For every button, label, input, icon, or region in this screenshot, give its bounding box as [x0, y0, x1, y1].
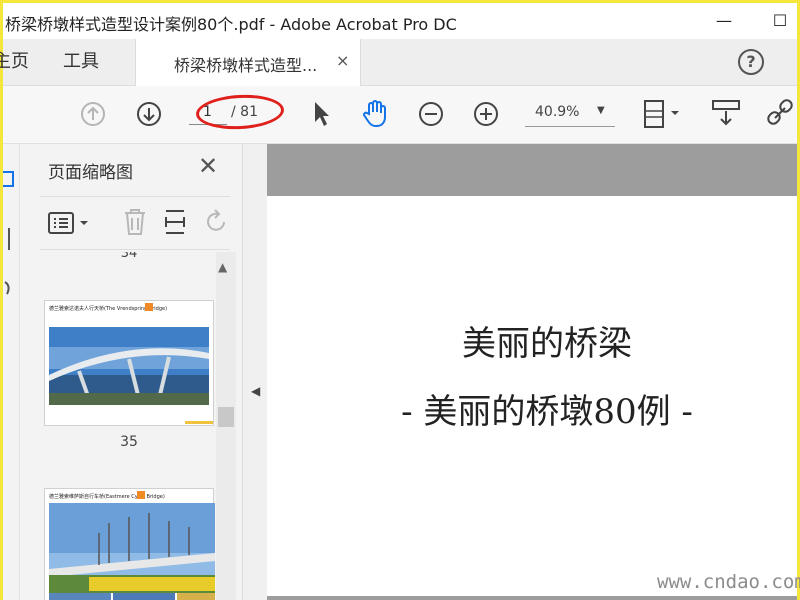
rotate-icon[interactable]	[204, 207, 230, 241]
panel-title: 页面缩略图	[48, 163, 133, 183]
title-bar: 桥梁桥墩样式造型设计案例80个.pdf - Adobe Acrobat Pro …	[3, 3, 797, 39]
share-link-icon[interactable]	[765, 98, 797, 128]
delete-icon[interactable]	[122, 207, 148, 241]
page-accent	[185, 421, 213, 424]
thumbnail-scrollbar[interactable]: ▲	[216, 252, 236, 600]
scroll-mode-icon[interactable]	[711, 98, 741, 128]
collapse-panel-icon[interactable]: ◀	[251, 384, 260, 398]
thumbnail-list: 34 德兰雅索达诺夫人行天桥(The Vrendspring Bridge) 3…	[40, 252, 216, 600]
left-rail	[3, 144, 20, 600]
document-title: 美丽的桥梁	[462, 324, 632, 364]
window-title: 桥梁桥墩样式造型设计案例80个.pdf - Adobe Acrobat Pro …	[5, 15, 457, 34]
tab-home[interactable]: 主页	[0, 39, 29, 85]
bookmark-rail-icon[interactable]	[3, 226, 17, 256]
logo-icon	[145, 303, 153, 311]
thumbnail-number: 35	[120, 434, 138, 450]
document-subtitle: - 美丽的桥墩80例 -	[401, 392, 693, 432]
bridge-photo	[49, 327, 209, 405]
minimize-button[interactable]: —	[709, 7, 739, 33]
tab-document[interactable]: 桥梁桥墩样式造型... ×	[135, 39, 361, 86]
thumbnails-rail-icon[interactable]	[3, 166, 17, 192]
thumbnail-page[interactable]: 德兰雅索维萨斯自行车桥(Eastmere Cycle Bridge)	[44, 488, 215, 600]
zoom-out-icon[interactable]	[417, 100, 445, 128]
options-menu-icon[interactable]	[48, 211, 92, 239]
tab-tools[interactable]: 工具	[63, 39, 99, 85]
thumbnail-page[interactable]: 德兰雅索达诺夫人行天桥(The Vrendspring Bridge)	[44, 300, 214, 426]
thumbnail-number: 34	[120, 252, 138, 261]
maximize-button[interactable]: ☐	[765, 7, 795, 33]
thumbnail-panel: 页面缩略图 ✕ 34 德兰雅索达诺夫人行天桥(The Vrendspring B…	[20, 144, 242, 600]
panel-divider[interactable]: ◀	[242, 144, 268, 600]
chevron-down-icon: ▼	[597, 105, 605, 116]
document-view: 美丽的桥梁 - 美丽的桥墩80例 -	[267, 144, 797, 600]
prev-page-icon[interactable]	[79, 100, 107, 128]
thumbnail-header: 德兰雅索维萨斯自行车桥(Eastmere Cycle Bridge)	[49, 494, 165, 500]
logo-icon	[137, 491, 145, 499]
hand-tool-icon[interactable]	[361, 98, 391, 128]
app-window: 桥梁桥墩样式造型设计案例80个.pdf - Adobe Acrobat Pro …	[0, 0, 800, 600]
insert-page-icon[interactable]	[162, 207, 190, 241]
panel-toolbar	[40, 196, 230, 250]
document-page: 美丽的桥梁 - 美丽的桥墩80例 -	[267, 196, 797, 596]
scroll-thumb[interactable]	[218, 407, 234, 427]
tab-bar: 主页 工具 桥梁桥墩样式造型... × ?	[0, 39, 797, 86]
scroll-up-icon[interactable]: ▲	[218, 260, 227, 274]
watermark: www.cndao.com	[657, 571, 800, 593]
page-fit-icon[interactable]	[641, 98, 683, 130]
attachment-rail-icon[interactable]	[3, 278, 17, 304]
next-page-icon[interactable]	[135, 100, 163, 128]
select-cursor-icon[interactable]	[311, 100, 333, 128]
main-toolbar: / 81 40.9% ▼	[3, 86, 797, 144]
close-tab-icon[interactable]: ×	[336, 51, 349, 70]
cycle-bridge-photo	[49, 503, 215, 600]
help-icon[interactable]: ?	[738, 49, 764, 75]
close-panel-icon[interactable]: ✕	[198, 152, 218, 180]
zoom-in-icon[interactable]	[472, 100, 500, 128]
zoom-value: 40.9%	[535, 104, 580, 120]
zoom-dropdown[interactable]: 40.9% ▼	[525, 100, 615, 127]
document-tab-label: 桥梁桥墩样式造型...	[174, 56, 318, 75]
